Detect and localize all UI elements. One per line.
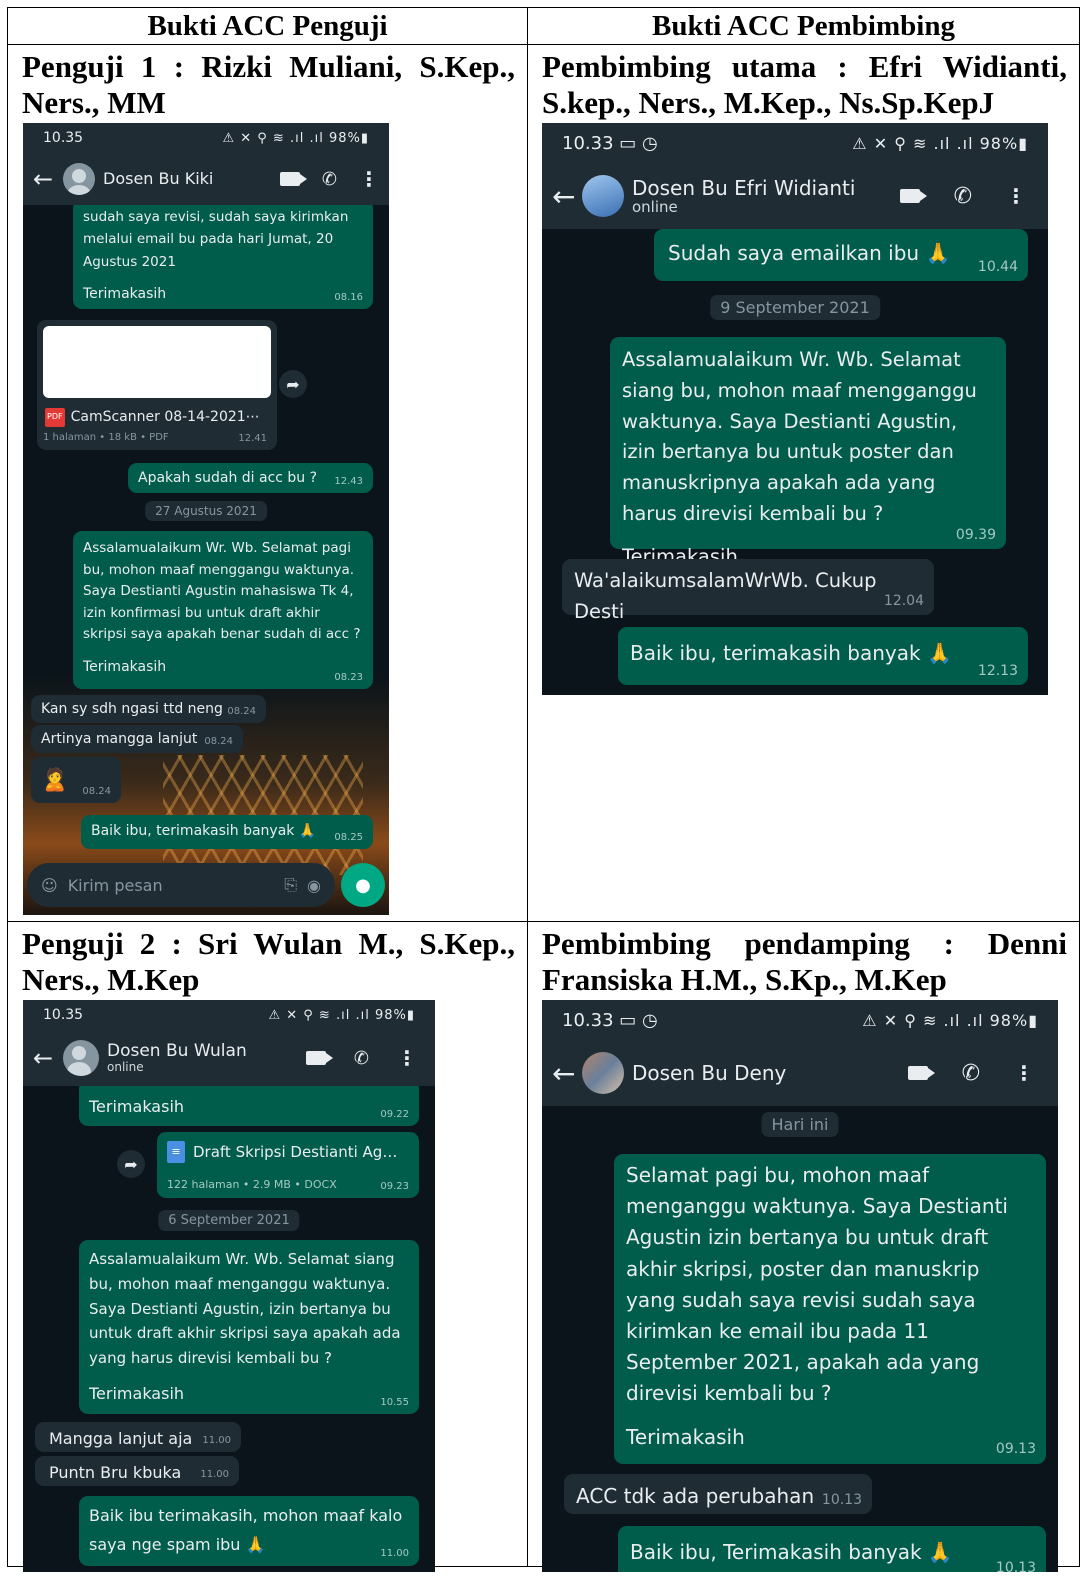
file-thumbnail — [43, 326, 271, 398]
message-input[interactable]: ☺ Kirim pesan ⎘ ◉ — [27, 863, 335, 907]
more-options-icon[interactable]: ⋮ — [359, 169, 379, 189]
mic-icon[interactable]: ● — [341, 863, 385, 907]
phone-call-icon[interactable]: ✆ — [354, 1048, 369, 1069]
avatar[interactable] — [582, 175, 624, 217]
avatar[interactable] — [63, 163, 95, 195]
back-arrow-icon[interactable]: ← — [33, 165, 55, 193]
sticker-message[interactable]: 🙎 08.24 — [31, 757, 121, 803]
person-emoji-icon: 🙎 — [41, 768, 69, 793]
emoji-icon[interactable]: ☺ — [41, 876, 58, 895]
chat-area: sudah saya revisi, sudah saya kirimkan m… — [23, 205, 389, 915]
camera-icon[interactable]: ◉ — [307, 876, 321, 895]
message-out[interactable]: Baik ibu, terimakasih banyak 🙏 12.13 — [618, 627, 1028, 685]
message-out[interactable]: Terimakasih 09.22 — [79, 1086, 419, 1126]
chat-area: Hari ini Selamat pagi bu, mohon maaf men… — [542, 1106, 1058, 1572]
message-out[interactable]: Selamat pagi bu, mohon maaf menganggu wa… — [614, 1154, 1046, 1464]
message-out[interactable]: Baik ibu, terimakasih banyak 🙏 08.25 — [81, 815, 373, 849]
chat-header: ← Dosen Bu Deny ✆ ⋮ — [542, 1040, 1058, 1106]
message-out[interactable]: Baik ibu, Terimakasih banyak 🙏 10.13 — [618, 1526, 1046, 1572]
phone-screenshot-kiki: 10.35 ⚠ ✕ ⚲ ≋ .ıl .ıl 98%▮ ← Dosen Bu Ki… — [23, 123, 389, 915]
cell-pembimbing-pendamping: Pembimbing pendamping : Denni Fransiska … — [528, 922, 1079, 1572]
composer: ☺ Kirim pesan ⎘ ◉ ● — [27, 863, 385, 907]
date-divider: Hari ini — [761, 1112, 839, 1137]
message-out[interactable]: sudah saya revisi, sudah saya kirimkan m… — [73, 205, 373, 309]
back-arrow-icon[interactable]: ← — [552, 180, 575, 213]
message-out[interactable]: Sudah saya emailkan ibu 🙏 10.44 — [654, 229, 1028, 281]
status-icons: ⚠ ✕ ⚲ ≋ .ıl .ıl 98%▮ — [268, 1007, 415, 1023]
cell-penguji-1: Penguji 1 : Rizki Muliani, S.Kep., Ners.… — [8, 45, 527, 921]
pray-emoji-icon: 🙏 — [245, 1534, 266, 1554]
date-divider: 9 September 2021 — [710, 295, 880, 320]
caption-pembimbing-pendamping: Pembimbing pendamping : Denni Fransiska … — [542, 926, 1067, 997]
caption-pembimbing-utama: Pembimbing utama : Efri Widianti, S.kep.… — [542, 49, 1067, 120]
chat-area: Sudah saya emailkan ibu 🙏 10.44 9 Septem… — [542, 229, 1048, 695]
document-icon: ≡ — [167, 1141, 185, 1163]
status-bar: 10.33 ▭ ◷ ⚠ ✕ ⚲ ≋ .ıl .ıl 98%▮ — [542, 123, 1048, 163]
more-options-icon[interactable]: ⋮ — [397, 1048, 417, 1068]
video-call-icon[interactable] — [279, 172, 307, 186]
phone-screenshot-efri: 10.33 ▭ ◷ ⚠ ✕ ⚲ ≋ .ıl .ıl 98%▮ ← Dosen B… — [542, 123, 1048, 695]
pray-emoji-icon: 🙏 — [927, 1540, 953, 1564]
forward-icon[interactable]: ➦ — [279, 370, 307, 398]
message-in[interactable]: Kan sy sdh ngasi ttd neng 08.24 — [31, 695, 266, 723]
message-in[interactable]: Artinya mangga lanjut 08.24 — [31, 725, 243, 753]
message-out[interactable]: Assalamualaikum Wr. Wb. Selamat pagi bu,… — [73, 531, 373, 689]
contact-name[interactable]: Dosen Bu Kiki — [103, 170, 272, 188]
contact-name[interactable]: Dosen Bu Deny — [632, 1062, 900, 1084]
more-options-icon[interactable]: ⋮ — [1006, 186, 1026, 206]
contact-status: online — [632, 197, 678, 216]
phone-screenshot-deny: 10.33 ▭ ◷ ⚠ ✕ ⚲ ≋ .ıl .ıl 98%▮ ← Dosen B… — [542, 1000, 1058, 1572]
chat-header: ← Dosen Bu Efri Widianti online ✆ ⋮ — [542, 163, 1048, 229]
header-pembimbing: Bukti ACC Pembimbing — [527, 7, 1080, 45]
status-icons: ⚠ ✕ ⚲ ≋ .ıl .ıl 98%▮ — [222, 130, 369, 146]
message-out[interactable]: Baik ibu terimakasih, mohon maaf kalo sa… — [79, 1496, 419, 1566]
message-in[interactable]: Mangga lanjut aja 11.00 — [35, 1422, 241, 1452]
message-in[interactable]: ACC tdk ada perubahan 10.13 — [564, 1474, 872, 1514]
status-bar: 10.35 ⚠ ✕ ⚲ ≋ .ıl .ıl 98%▮ — [23, 1000, 435, 1030]
contact-name[interactable]: Dosen Bu Efri Widianti — [632, 177, 892, 199]
more-options-icon[interactable]: ⋮ — [1014, 1063, 1034, 1083]
cell-pembimbing-utama: Pembimbing utama : Efri Widianti, S.kep.… — [528, 45, 1079, 921]
file-message[interactable]: ≡ Draft Skripsi Destianti Ag… 122 halama… — [157, 1132, 419, 1198]
pdf-icon: PDF — [45, 407, 65, 427]
pray-emoji-icon: 🙏 — [926, 641, 952, 665]
status-icons: ⚠ ✕ ⚲ ≋ .ıl .ıl 98%▮ — [862, 1010, 1038, 1030]
chat-area: Terimakasih 09.22 ≡ Draft Skripsi Destia… — [23, 1086, 435, 1572]
file-message[interactable]: PDF CamScanner 08-14-2021⋯ 1 halaman • 1… — [37, 320, 277, 450]
date-divider: 6 September 2021 — [158, 1210, 300, 1231]
contact-name[interactable]: Dosen Bu Wulan — [107, 1042, 298, 1061]
phone-call-icon[interactable]: ✆ — [954, 184, 972, 209]
video-call-icon[interactable] — [899, 189, 927, 203]
back-arrow-icon[interactable]: ← — [33, 1044, 55, 1072]
chat-header: ← Dosen Bu Wulan online ✆ ⋮ — [23, 1030, 435, 1086]
message-out[interactable]: Assalamualaikum Wr. Wb. Selamat siang bu… — [79, 1240, 419, 1414]
forward-icon[interactable]: ➦ — [117, 1150, 145, 1178]
phone-call-icon[interactable]: ✆ — [962, 1061, 980, 1086]
chat-header: ← Dosen Bu Kiki ✆ ⋮ — [23, 153, 389, 205]
status-icons: ⚠ ✕ ⚲ ≋ .ıl .ıl 98%▮ — [852, 133, 1028, 153]
pray-emoji-icon: 🙏 — [925, 241, 951, 265]
status-bar: 10.35 ⚠ ✕ ⚲ ≋ .ıl .ıl 98%▮ — [23, 123, 389, 153]
caption-penguji-1: Penguji 1 : Rizki Muliani, S.Kep., Ners.… — [22, 49, 515, 120]
avatar[interactable] — [582, 1052, 624, 1094]
phone-screenshot-wulan: 10.35 ⚠ ✕ ⚲ ≋ .ıl .ıl 98%▮ ← Dosen Bu Wu… — [23, 1000, 435, 1572]
contact-status: online — [107, 1059, 144, 1074]
status-bar: 10.33 ▭ ◷ ⚠ ✕ ⚲ ≋ .ıl .ıl 98%▮ — [542, 1000, 1058, 1040]
header-penguji: Bukti ACC Penguji — [7, 7, 528, 45]
video-call-icon[interactable] — [305, 1051, 333, 1065]
pray-emoji-icon: 🙏 — [298, 823, 317, 839]
caption-penguji-2: Penguji 2 : Sri Wulan M., S.Kep., Ners.,… — [22, 926, 515, 997]
message-out[interactable]: Assalamualaikum Wr. Wb. Selamat siang bu… — [610, 337, 1006, 568]
back-arrow-icon[interactable]: ← — [552, 1057, 575, 1090]
date-divider: 27 Agustus 2021 — [145, 501, 267, 521]
evidence-table: Bukti ACC Penguji Bukti ACC Pembimbing P… — [7, 7, 1080, 1572]
message-in[interactable]: Wa'alaikumsalamWrWb. Cukup Desti 12.04 — [562, 559, 934, 623]
phone-call-icon[interactable]: ✆ — [322, 169, 337, 190]
message-out[interactable]: Apakah sudah di acc bu ? 12.43 — [128, 463, 373, 493]
message-in[interactable]: Puntn Bru kbuka 11.00 — [35, 1456, 239, 1486]
attach-icon[interactable]: ⎘ — [284, 875, 297, 895]
avatar[interactable] — [63, 1040, 99, 1076]
cell-penguji-2: Penguji 2 : Sri Wulan M., S.Kep., Ners.,… — [8, 922, 527, 1572]
video-call-icon[interactable] — [907, 1066, 935, 1080]
